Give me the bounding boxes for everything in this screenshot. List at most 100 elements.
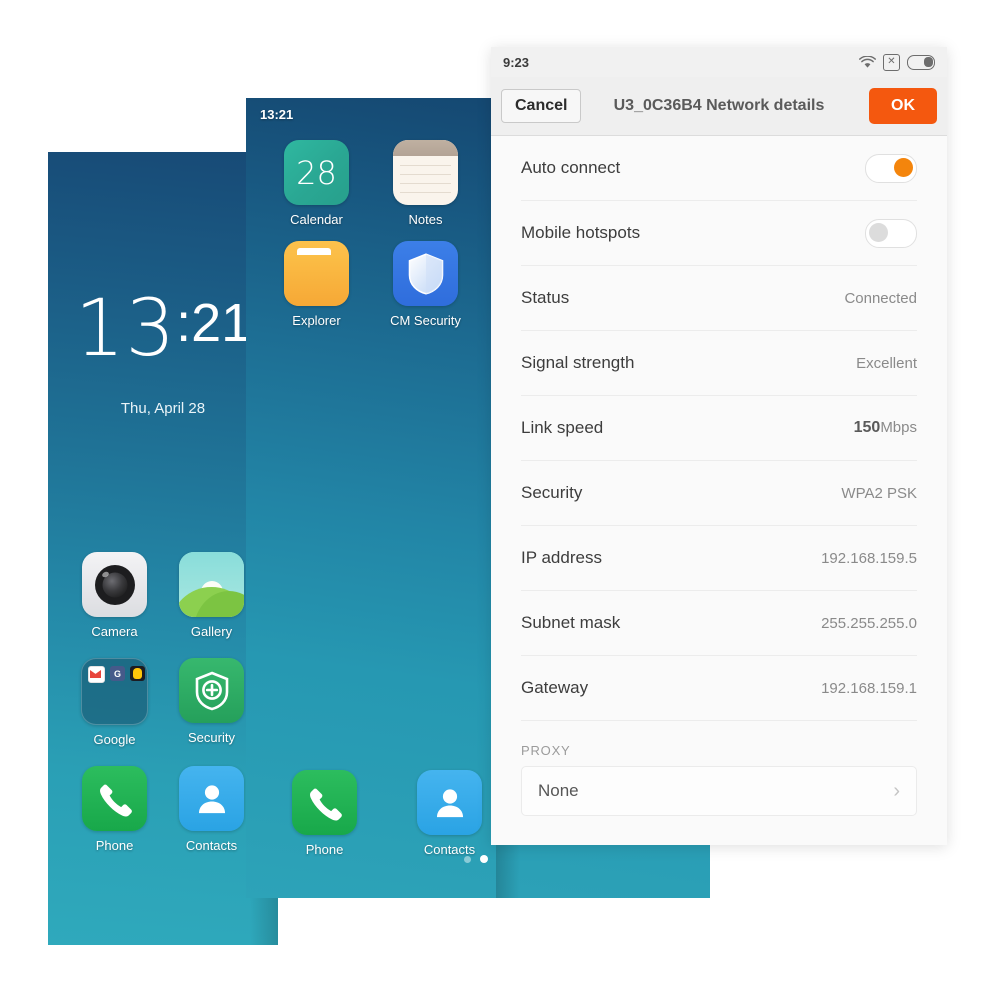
person-icon — [417, 770, 482, 835]
gmail-icon — [88, 666, 105, 683]
app-label: Phone — [305, 842, 344, 857]
row-value: Connected — [844, 289, 917, 307]
row-label: Mobile hotspots — [521, 223, 641, 242]
row-value: Excellent — [856, 354, 917, 372]
phone-handset-icon — [292, 770, 357, 835]
app-gallery[interactable]: Gallery — [168, 552, 256, 639]
mobile-hotspots-toggle[interactable] — [865, 218, 917, 248]
row-label: IP address — [521, 548, 602, 567]
homescreen-status-time: 13:21 — [260, 107, 294, 122]
lockscreen-app-grid: Camera Gallery G Google Security Phone C… — [48, 552, 278, 872]
row-label: Auto connect — [521, 158, 621, 177]
folder-icon — [284, 241, 349, 306]
phone-handset-icon — [82, 766, 147, 831]
row-value: WPA2 PSK — [841, 484, 917, 502]
row-value: 150Mbps — [854, 419, 917, 437]
homescreen-visible-area: 13:21 28 Calendar Notes Explorer CM Secu… — [246, 98, 496, 898]
app-label: Google — [93, 732, 136, 747]
dialog-action-bar: Cancel U3_0C36B4 Network details OK — [491, 77, 947, 136]
auto-connect-toggle[interactable] — [865, 153, 917, 183]
lockscreen-phone-panel: 13:21 Thu, April 28 Camera Gallery G Goo… — [48, 152, 278, 945]
app-phone[interactable]: Phone — [71, 766, 159, 853]
row-value: 192.168.159.1 — [821, 679, 917, 697]
lockscreen-app-row-3: Phone Contacts — [48, 766, 278, 853]
status-bar-time: 9:23 — [503, 54, 530, 70]
proxy-selector[interactable]: None › — [521, 766, 917, 816]
calendar-day: 28 — [296, 153, 337, 192]
app-notes[interactable]: Notes — [382, 140, 470, 227]
battery-icon — [907, 54, 935, 70]
lockscreen-clock: 13:21 — [48, 284, 278, 374]
proxy-section-label: PROXY — [521, 743, 571, 758]
dock-app-contacts[interactable]: Contacts — [406, 770, 494, 857]
row-mobile-hotspots[interactable]: Mobile hotspots — [521, 201, 917, 266]
row-value: 255.255.255.0 — [821, 614, 917, 632]
row-label: Link speed — [521, 418, 604, 437]
app-label: Phone — [95, 838, 134, 853]
chevron-right-icon: › — [893, 779, 900, 802]
row-security: Security WPA2 PSK — [521, 461, 917, 526]
page-dot-2-active[interactable] — [480, 855, 488, 863]
network-details-list: Auto connect Mobile hotspots Status Conn… — [491, 136, 947, 816]
row-signal-strength: Signal strength Excellent — [521, 331, 917, 396]
cancel-button[interactable]: Cancel — [501, 89, 582, 123]
row-value: 192.168.159.5 — [821, 549, 917, 567]
lockscreen-app-row-2: Google Security — [48, 658, 278, 747]
google-search-icon — [110, 666, 125, 681]
calendar-icon: 28 — [284, 140, 349, 205]
google-app-icon — [130, 666, 145, 681]
row-status: Status Connected — [521, 266, 917, 331]
no-sim-icon: ✕ — [883, 53, 900, 71]
app-label: Explorer — [292, 313, 341, 328]
status-bar-icons: ✕ — [859, 53, 935, 71]
app-label: Gallery — [190, 624, 233, 639]
wifi-icon — [859, 55, 876, 69]
app-contacts[interactable]: Contacts — [168, 766, 256, 853]
row-auto-connect[interactable]: Auto connect — [521, 136, 917, 201]
clock-hours: 13 — [74, 284, 177, 374]
app-label: CM Security — [390, 313, 461, 328]
proxy-value: None — [538, 781, 579, 800]
network-details-dialog: 9:23 ✕ Cancel U3_0C36B4 Network details … — [491, 47, 947, 845]
app-security[interactable]: Security — [168, 658, 256, 747]
app-label: Calendar — [290, 212, 343, 227]
row-label: Gateway — [521, 678, 589, 697]
dialog-status-bar: 9:23 ✕ — [491, 47, 947, 77]
lockscreen-app-row-1: Camera Gallery — [48, 552, 278, 639]
camera-icon — [82, 552, 147, 617]
row-link-speed: Link speed 150Mbps — [521, 396, 917, 461]
row-label: Security — [521, 483, 583, 502]
app-explorer[interactable]: Explorer — [273, 241, 361, 328]
app-calendar[interactable]: 28 Calendar — [273, 140, 361, 227]
row-ip-address: IP address 192.168.159.5 — [521, 526, 917, 591]
google-folder-icon — [81, 658, 148, 725]
ok-button[interactable]: OK — [869, 88, 937, 124]
screenshot-stage: 13:21 Thu, April 28 Camera Gallery G Goo… — [0, 0, 1000, 1000]
clock-minutes: :21 — [176, 293, 252, 353]
app-label: Notes — [408, 212, 443, 227]
homescreen-app-row-2: Explorer CM Security — [246, 241, 496, 328]
page-indicator — [464, 855, 488, 863]
page-dot-1[interactable] — [464, 855, 471, 863]
row-label: Subnet mask — [521, 613, 621, 632]
person-icon — [179, 766, 244, 831]
app-google-folder[interactable]: Google — [71, 658, 159, 747]
row-label: Status — [521, 288, 570, 307]
homescreen-app-row-1: 28 Calendar Notes — [246, 140, 496, 227]
app-label: Security — [188, 730, 235, 745]
link-speed-number: 150 — [853, 419, 881, 436]
app-label: Camera — [91, 624, 138, 639]
row-subnet-mask: Subnet mask 255.255.255.0 — [521, 591, 917, 656]
lockscreen-date: Thu, April 28 — [120, 400, 206, 417]
dock-app-phone[interactable]: Phone — [281, 770, 369, 857]
row-gateway: Gateway 192.168.159.1 — [521, 656, 917, 721]
link-speed-unit: Mbps — [880, 419, 917, 436]
app-cm-security[interactable]: CM Security — [382, 241, 470, 328]
homescreen-dock: Phone Contacts — [246, 770, 496, 857]
gallery-icon — [179, 552, 244, 617]
notes-icon — [393, 140, 458, 205]
shield-icon — [393, 241, 458, 306]
shield-plus-icon — [179, 658, 244, 723]
app-label: Contacts — [185, 838, 238, 853]
app-camera[interactable]: Camera — [71, 552, 159, 639]
